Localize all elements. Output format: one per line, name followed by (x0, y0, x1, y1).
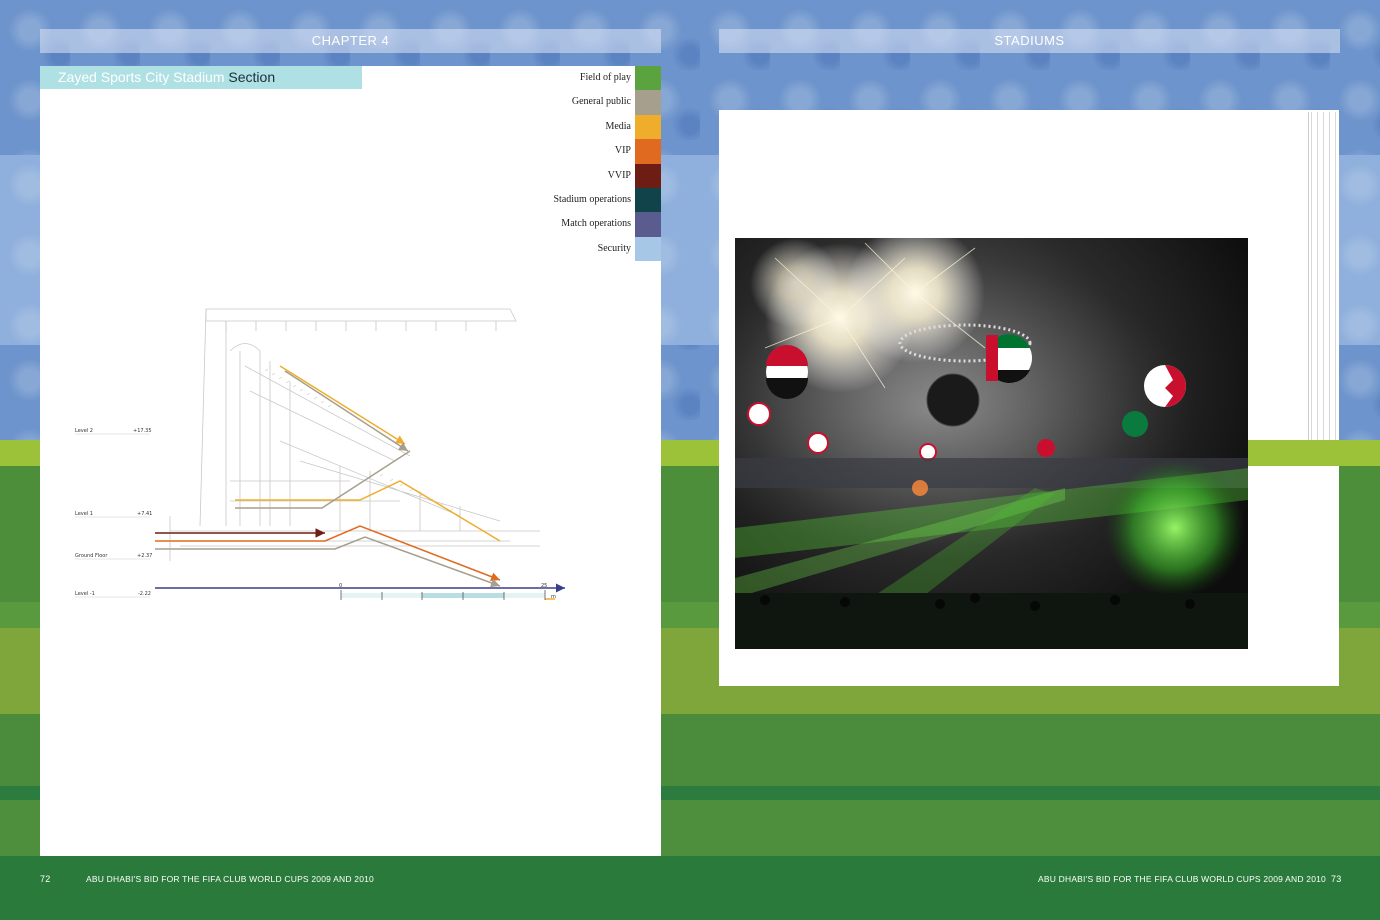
legend-swatch (635, 139, 661, 164)
level-label: Level 1 (75, 511, 93, 517)
footer-band (0, 856, 1380, 920)
field-silhouettes (735, 593, 1248, 649)
structure-outline (169, 308, 540, 561)
legend-swatch (635, 90, 661, 115)
legend-label: Stadium operations (553, 193, 632, 205)
legend-label: General public (571, 96, 631, 108)
flag-sphere (766, 345, 808, 399)
footer-title-left: ABU DHABI'S BID FOR THE FIFA CLUB WORLD … (86, 874, 374, 884)
flag-sphere (1122, 411, 1148, 437)
legend-item: VIP (461, 139, 661, 164)
scale-unit: m (551, 594, 556, 600)
legend-label: Media (605, 120, 631, 132)
scale-bar: 0 25 m (339, 583, 556, 600)
flag-sphere (919, 443, 937, 461)
page-title-main: Zayed Sports City Stadium (58, 69, 225, 85)
section-header: STADIUMS (719, 29, 1340, 53)
legend-label: Match operations (561, 218, 631, 230)
level-value: +2.37 (137, 553, 152, 559)
legend-label: Security (597, 242, 631, 254)
level-value: +7.41 (137, 511, 152, 517)
flag-sphere (1037, 439, 1055, 457)
legend-label: Field of play (579, 72, 631, 83)
legend-swatch (635, 187, 661, 213)
flag-sphere (747, 402, 771, 426)
flag-sphere (807, 432, 829, 454)
scale-end: 25 (541, 583, 547, 589)
stair-hatching (264, 368, 454, 512)
general-public-circulation-arrow (284, 370, 409, 452)
left-page: Zayed Sports City Stadium Section Field … (40, 66, 661, 856)
footer-title-right: ABU DHABI'S BID FOR THE FIFA CLUB WORLD … (1038, 874, 1326, 884)
media-circulation-arrow (279, 365, 406, 445)
page-number-left: 72 (40, 874, 51, 884)
column-decoration (1308, 112, 1339, 442)
chapter-header: CHAPTER 4 (40, 29, 661, 53)
legend: Field of play General public Media VIP V… (461, 66, 661, 262)
stadium-section-diagram: Level 2 +17.35 Level 1 +7.41 Ground Floo… (75, 308, 565, 600)
dark-sphere (926, 373, 980, 427)
laser-swirl (1105, 458, 1245, 598)
scale-start: 0 (339, 583, 342, 589)
flag-sphere (1144, 365, 1186, 407)
level-label: Ground Floor (75, 553, 108, 559)
stadium-fireworks-photo (735, 238, 1248, 649)
legend-swatch (635, 163, 661, 188)
legend-swatch (635, 236, 661, 262)
legend-item: Media (461, 114, 661, 140)
legend-item: VVIP (461, 163, 661, 188)
level-label: Level -1 (75, 591, 95, 597)
legend-item: Stadium operations (461, 187, 661, 213)
legend-swatch (635, 212, 661, 237)
page-number-right: 73 (1331, 874, 1342, 884)
vip-circulation-arrow (155, 525, 501, 581)
legend-swatch (635, 66, 661, 91)
level-value: -2.22 (138, 591, 151, 597)
page-title: Zayed Sports City Stadium Section (40, 66, 362, 89)
level-value: +17.35 (133, 428, 152, 434)
legend-item: Match operations (461, 212, 661, 237)
legend-label: VVIP (607, 169, 631, 181)
legend-item: Security (461, 236, 661, 262)
legend-item: Field of play (461, 66, 661, 91)
flag-sphere (986, 334, 1032, 383)
level-label: Level 2 (75, 428, 93, 434)
page-title-sub: Section (228, 69, 276, 85)
legend-label: VIP (614, 145, 631, 157)
background-lime-stripe (1248, 440, 1339, 466)
legend-item: General public (461, 90, 661, 115)
legend-swatch (635, 114, 661, 140)
